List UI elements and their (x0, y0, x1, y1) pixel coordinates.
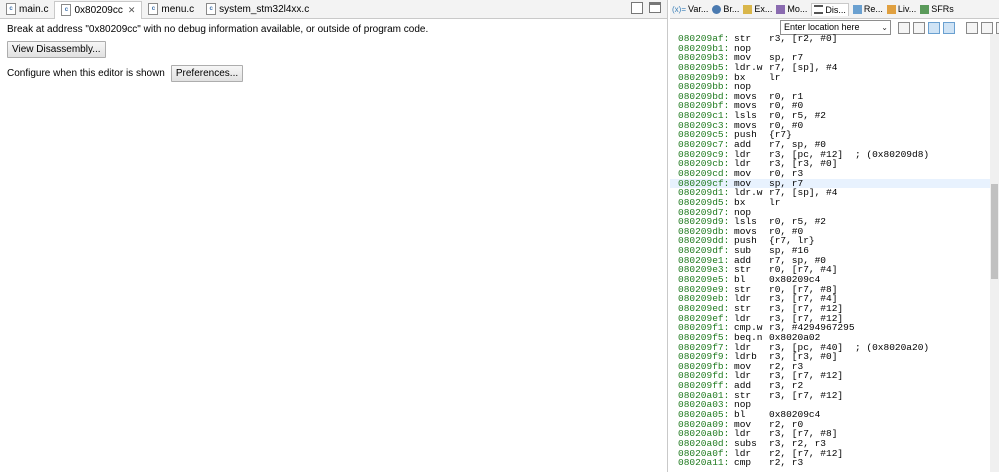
tab-menu-c[interactable]: c menu.c (142, 0, 200, 18)
disassembly-icon (814, 5, 824, 14)
tab-label: Liv... (897, 4, 917, 14)
tab-label: Re... (863, 4, 883, 14)
operands-label: r2, r3 (769, 457, 804, 469)
address-label: 08020a11: (678, 457, 730, 469)
tab-label: SFRs (931, 4, 954, 14)
live-expressions-icon (886, 4, 896, 14)
disassembly-view: (x)= Var... Br... Ex... Mo... Dis... Re.… (670, 0, 999, 472)
modules-icon (776, 4, 786, 14)
editor-area: c main.c c 0x80209cc ✕ c menu.c c system… (0, 0, 668, 472)
chevron-down-icon[interactable]: ⌄ (881, 21, 888, 34)
scrollbar-thumb[interactable] (991, 184, 998, 279)
location-input-placeholder: Enter location here (784, 22, 860, 32)
tab-label: Br... (723, 4, 740, 14)
disassembly-line[interactable]: 08020a11: cmp r2, r3 (670, 458, 990, 468)
c-file-icon: c (206, 3, 217, 15)
minimize-icon[interactable] (981, 22, 993, 34)
c-file-icon: c (148, 3, 159, 15)
operands-label: lr (769, 196, 781, 208)
tab-0x80209cc[interactable]: c 0x80209cc ✕ (54, 0, 143, 19)
view-menu-icon[interactable] (966, 22, 978, 34)
tab-label: Var... (688, 4, 709, 14)
comment-label: ; (0x80209d8) (855, 148, 930, 160)
registers-icon (852, 4, 862, 14)
comment-label: ; (0x8020a20) (855, 341, 930, 353)
minimize-icon[interactable] (631, 2, 643, 14)
tab-breakpoints[interactable]: Br... (712, 4, 739, 14)
view-disassembly-button[interactable]: View Disassembly... (7, 41, 106, 58)
tab-system-stm32l4xx-c[interactable]: c system_stm32l4xx.c (200, 0, 315, 18)
close-icon[interactable]: ✕ (126, 5, 136, 16)
show-symbols-icon[interactable] (943, 22, 955, 34)
tab-variables[interactable]: (x)= Var... (672, 4, 708, 14)
sfrs-icon (920, 4, 930, 14)
tab-label: Dis... (825, 4, 846, 15)
tab-main-c[interactable]: c main.c (0, 0, 54, 18)
go-to-pc-icon[interactable] (898, 22, 910, 34)
operands-label: r3, [r2, #0] (769, 33, 838, 44)
tab-modules[interactable]: Mo... (776, 4, 807, 14)
tab-expressions[interactable]: Ex... (743, 4, 772, 14)
tab-label: system_stm32l4xx.c (219, 3, 310, 15)
tab-label: main.c (19, 3, 49, 15)
opcode-label: cmp (734, 457, 752, 469)
breakpoints-icon (712, 4, 722, 14)
show-source-icon[interactable] (928, 22, 940, 34)
disassembly-listing[interactable]: 080209af: str r3, [r2, #0] 080209b1: nop 0802… (670, 34, 990, 468)
vertical-scrollbar[interactable] (990, 34, 999, 472)
tab-registers[interactable]: Re... (852, 4, 883, 14)
tab-label: 0x80209cc (74, 4, 123, 16)
maximize-icon[interactable] (649, 2, 661, 13)
tab-sfrs[interactable]: SFRs (920, 4, 954, 14)
variables-icon: (x)= (672, 4, 686, 14)
break-message: Break at address "0x80209cc" with no deb… (7, 24, 429, 35)
preferences-button[interactable]: Preferences... (170, 65, 244, 82)
expressions-icon (743, 4, 753, 14)
tab-live-expressions[interactable]: Liv... (886, 4, 917, 14)
tab-label: menu.c (161, 3, 195, 15)
toolbar-icons (898, 22, 999, 34)
configure-label: Configure when this editor is shown (7, 68, 165, 79)
operands-label: r3, [r7, #12] (769, 389, 844, 401)
c-file-icon: c (61, 4, 72, 16)
tab-disassembly[interactable]: Dis... (811, 2, 849, 16)
editor-content: Break at address "0x80209cc" with no deb… (0, 19, 667, 86)
view-tab-bar: (x)= Var... Br... Ex... Mo... Dis... Re.… (670, 0, 999, 19)
editor-window-controls (631, 2, 661, 14)
tab-label: Ex... (754, 4, 773, 14)
c-file-icon: c (6, 3, 16, 15)
link-icon[interactable] (913, 22, 925, 34)
editor-tab-bar: c main.c c 0x80209cc ✕ c menu.c c system… (0, 0, 667, 19)
operands-label: lr (769, 71, 781, 83)
tab-label: Mo... (787, 4, 808, 14)
